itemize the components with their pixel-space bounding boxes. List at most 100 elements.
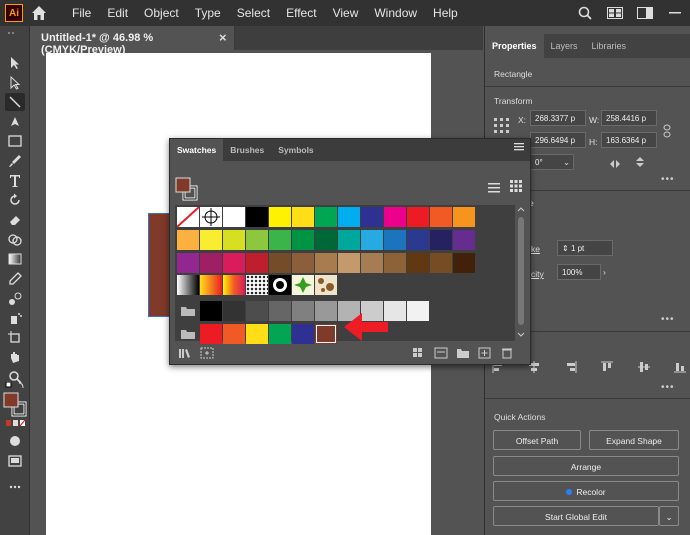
edit-toolbar-icon[interactable] (5, 478, 25, 496)
arrange-button[interactable]: Arrange (493, 456, 679, 476)
direct-selection-tool-icon[interactable] (5, 74, 25, 92)
swatch-4-5[interactable] (292, 301, 314, 321)
none-swatch[interactable] (176, 206, 200, 228)
swatch-0-9[interactable] (384, 207, 406, 227)
swatch-0-8[interactable] (361, 207, 383, 227)
swatch-0-5[interactable] (292, 207, 314, 227)
swatch-2-5[interactable] (292, 253, 314, 273)
new-swatch-icon[interactable] (478, 347, 492, 359)
swatch-0-4[interactable] (269, 207, 291, 227)
tab-libraries[interactable]: Libraries (585, 34, 634, 58)
chevron-down-icon[interactable]: ⌄ (563, 157, 570, 168)
stroke-weight-field[interactable]: ⇕ 1 pt (557, 240, 613, 256)
constrain-proportions-icon[interactable] (662, 124, 672, 143)
drawing-mode-icon[interactable] (5, 432, 25, 450)
default-colors-icon[interactable] (5, 382, 25, 390)
flip-vertical-icon[interactable] (635, 155, 645, 173)
swatch-2-1[interactable] (200, 253, 222, 273)
opacity-label[interactable]: city (531, 269, 544, 279)
type-tool-icon[interactable] (5, 172, 25, 190)
swatch-5-4[interactable] (269, 324, 291, 344)
menu-select[interactable]: Select (229, 6, 278, 20)
menu-file[interactable]: File (64, 6, 99, 20)
swatch-5-1[interactable] (200, 324, 222, 344)
stroke-stepper-icon[interactable]: ⇕ (562, 244, 571, 253)
show-swatch-kinds-icon[interactable] (412, 347, 426, 359)
menu-help[interactable]: Help (425, 6, 466, 20)
swatch-3-4[interactable] (269, 275, 291, 295)
swatch-2-2[interactable] (223, 253, 245, 273)
swatch-5-5[interactable] (292, 324, 314, 344)
tab-properties[interactable]: Properties (485, 34, 544, 58)
swatch-5-2[interactable] (223, 324, 245, 344)
hand-tool-icon[interactable] (5, 348, 25, 366)
close-icon[interactable]: × (219, 30, 227, 45)
swatch-fill-stroke-indicator[interactable] (175, 177, 199, 206)
swatch-1-0[interactable] (177, 230, 199, 250)
more-options-icon[interactable]: ••• (661, 174, 675, 185)
swatch-3-5[interactable] (292, 275, 314, 295)
menu-type[interactable]: Type (187, 6, 229, 20)
swatch-1-12[interactable] (453, 230, 475, 250)
chevron-right-icon[interactable]: › (603, 267, 606, 277)
swatch-0-3[interactable] (246, 207, 268, 227)
chevron-down-icon[interactable]: ⌄ (659, 506, 679, 526)
swatch-4-1[interactable] (200, 301, 222, 321)
swatch-2-10[interactable] (407, 253, 429, 273)
swatch-4-4[interactable] (269, 301, 291, 321)
swatch-5-3[interactable] (246, 324, 268, 344)
swatch-3-0[interactable] (177, 275, 199, 295)
more-options-icon[interactable]: ••• (661, 382, 675, 393)
delete-swatch-icon[interactable] (500, 347, 514, 359)
more-options-icon[interactable]: ••• (661, 314, 675, 325)
eyedropper-tool-icon[interactable] (5, 270, 25, 288)
swatch-2-12[interactable] (453, 253, 475, 273)
color-group-folder-icon[interactable] (177, 324, 199, 344)
swatch-2-0[interactable] (177, 253, 199, 273)
swatches-scrollbar[interactable] (516, 205, 526, 341)
panel-menu-icon[interactable] (514, 143, 524, 154)
menu-edit[interactable]: Edit (99, 6, 136, 20)
swatch-4-2[interactable] (223, 301, 245, 321)
opacity-field[interactable]: 100% (557, 264, 601, 280)
swatch-4-6[interactable] (315, 301, 337, 321)
color-group-folder-icon[interactable] (177, 301, 199, 321)
rotate-tool-icon[interactable] (5, 191, 25, 209)
menu-effect[interactable]: Effect (278, 6, 324, 20)
swatch-2-3[interactable] (246, 253, 268, 273)
swatch-2-11[interactable] (430, 253, 452, 273)
document-tab[interactable]: Untitled-1* @ 46.98 % (CMYK/Preview) × (31, 26, 235, 56)
swatch-3-1[interactable] (200, 275, 222, 295)
paintbrush-tool-icon[interactable] (5, 152, 25, 170)
start-global-edit-button[interactable]: Start Global Edit (493, 506, 659, 526)
arrange-documents-icon[interactable] (600, 0, 630, 26)
line-tool-icon[interactable] (5, 93, 25, 111)
swatch-1-6[interactable] (315, 230, 337, 250)
tab-symbols[interactable]: Symbols (271, 139, 320, 161)
selected-swatch[interactable] (315, 324, 337, 344)
h-field[interactable]: 163.6364 p (601, 132, 657, 148)
swatch-1-4[interactable] (269, 230, 291, 250)
toolbar-grip-icon[interactable] (5, 30, 25, 36)
w-field[interactable]: 258.4416 p (601, 110, 657, 126)
blend-tool-icon[interactable] (5, 290, 25, 308)
new-color-group-icon[interactable] (456, 347, 470, 359)
search-icon[interactable] (570, 0, 600, 26)
selection-tool-icon[interactable] (5, 54, 25, 72)
align-vertical-center-icon[interactable] (637, 360, 651, 374)
reference-point-icon[interactable] (494, 118, 510, 139)
swatch-1-2[interactable] (223, 230, 245, 250)
workspace-icon[interactable] (630, 0, 660, 26)
swatch-2-4[interactable] (269, 253, 291, 273)
align-top-icon[interactable] (600, 360, 614, 374)
x-field[interactable]: 268.3377 p (530, 110, 586, 126)
thumbnail-view-icon[interactable] (510, 179, 522, 197)
screen-mode-icon[interactable] (5, 452, 25, 470)
swatch-2-9[interactable] (384, 253, 406, 273)
y-field[interactable]: 296.6494 p (530, 132, 586, 148)
align-bottom-icon[interactable] (673, 360, 687, 374)
swatch-1-10[interactable] (407, 230, 429, 250)
swatch-0-2[interactable] (223, 207, 245, 227)
swatch-1-1[interactable] (200, 230, 222, 250)
swatch-0-12[interactable] (453, 207, 475, 227)
